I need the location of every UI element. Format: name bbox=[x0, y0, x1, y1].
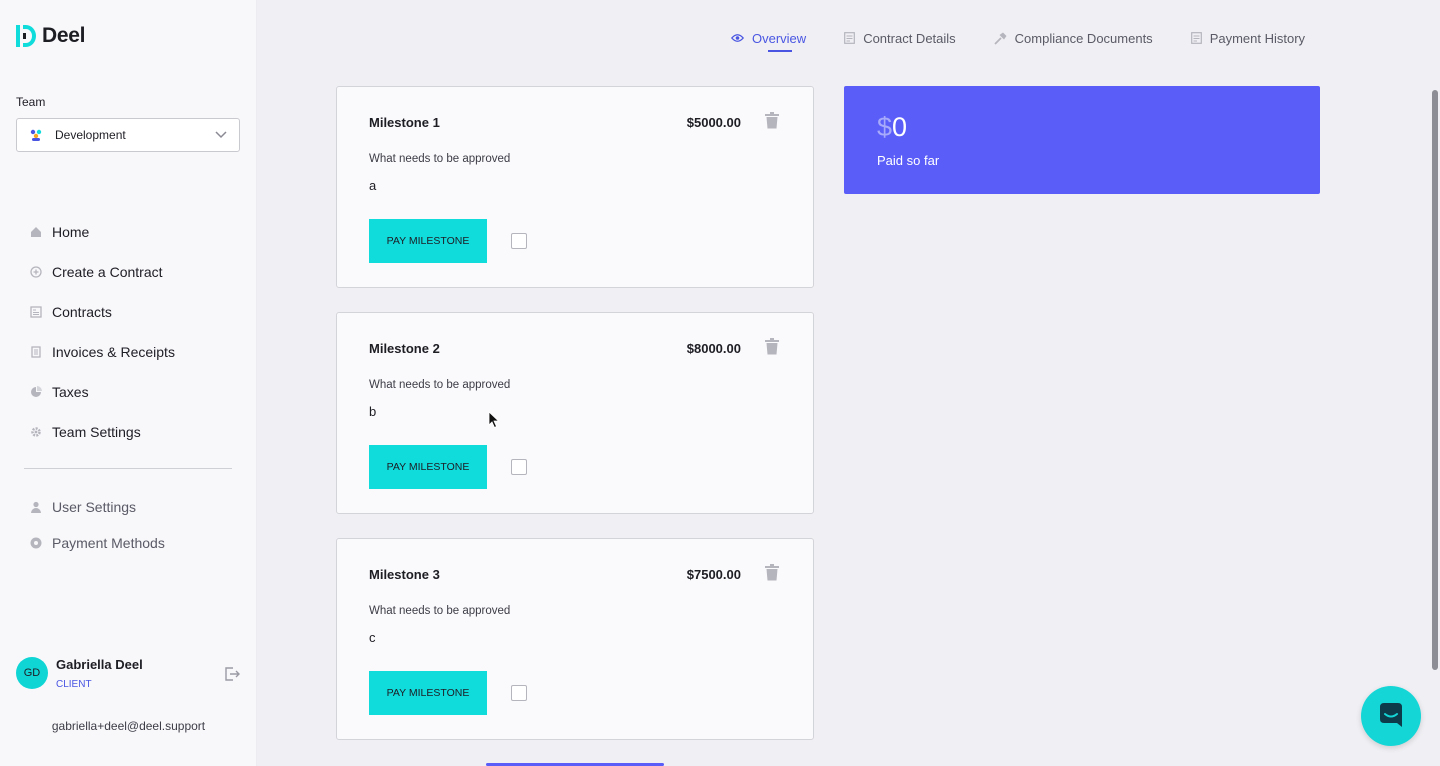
sidebar-item-label: Payment Methods bbox=[52, 535, 165, 551]
gear-icon bbox=[30, 426, 42, 438]
sidebar-item-label: Create a Contract bbox=[52, 264, 163, 280]
milestone-amount: $8000.00 bbox=[686, 341, 741, 356]
paid-amount: $0 bbox=[877, 112, 907, 143]
sidebar-item-label: Taxes bbox=[52, 384, 89, 400]
plus-circle-icon bbox=[30, 266, 42, 278]
deel-logo-icon bbox=[16, 25, 36, 47]
pay-milestone-button[interactable]: PAY MILESTONE bbox=[369, 445, 487, 489]
chat-icon bbox=[1380, 703, 1402, 727]
tab-label: Overview bbox=[752, 30, 807, 46]
sidebar-item-contracts[interactable]: Contracts bbox=[30, 292, 175, 332]
tab-label: Payment History bbox=[1209, 30, 1306, 46]
paid-so-far-card: $0 Paid so far bbox=[844, 86, 1320, 194]
sidebar-divider bbox=[24, 468, 232, 469]
milestone-checkbox[interactable] bbox=[511, 685, 527, 701]
deel-logo[interactable]: Deel bbox=[16, 24, 85, 48]
sidebar: Deel Team Development Home Create a Cont… bbox=[0, 0, 257, 766]
sidebar-item-payment-methods[interactable]: Payment Methods bbox=[30, 525, 165, 561]
team-select-value: Development bbox=[55, 128, 126, 142]
home-icon bbox=[30, 226, 42, 238]
milestone-question: What needs to be approved bbox=[369, 153, 511, 165]
milestone-title: Milestone 2 bbox=[369, 341, 440, 356]
document-icon bbox=[1190, 32, 1202, 44]
user-email: gabriella+deel@deel.support bbox=[51, 719, 206, 733]
milestone-card: Milestone 1 $5000.00 What needs to be ap… bbox=[336, 86, 814, 288]
milestone-checkbox[interactable] bbox=[511, 459, 527, 475]
sidebar-item-label: Home bbox=[52, 224, 90, 240]
tab-label: Contract Details bbox=[863, 30, 956, 46]
card-icon bbox=[30, 537, 42, 549]
user-icon bbox=[30, 501, 42, 513]
contract-icon bbox=[30, 306, 42, 318]
avatar: GD bbox=[16, 657, 48, 689]
milestone-amount: $7500.00 bbox=[686, 567, 741, 582]
main-nav: Home Create a Contract Contracts Invoice… bbox=[30, 212, 175, 452]
tab-contract-details[interactable]: Contract Details bbox=[844, 28, 956, 48]
tab-overview[interactable]: Overview bbox=[731, 28, 807, 52]
sidebar-item-label: Invoices & Receipts bbox=[52, 344, 175, 360]
logo-text: Deel bbox=[42, 24, 86, 47]
secondary-nav: User Settings Payment Methods bbox=[30, 489, 165, 561]
user-role: CLIENT bbox=[56, 679, 92, 690]
milestone-card: Milestone 3 $7500.00 What needs to be ap… bbox=[336, 538, 814, 740]
tab-compliance-documents[interactable]: Compliance Documents bbox=[994, 28, 1153, 48]
chevron-down-icon bbox=[215, 131, 227, 139]
user-name: Gabriella Deel bbox=[56, 657, 143, 672]
milestone-checkbox[interactable] bbox=[511, 233, 527, 249]
document-icon bbox=[844, 32, 856, 44]
sidebar-item-home[interactable]: Home bbox=[30, 212, 175, 252]
milestone-question: What needs to be approved bbox=[369, 605, 511, 617]
logout-icon[interactable] bbox=[224, 666, 240, 682]
team-label: Team bbox=[16, 95, 46, 109]
mouse-pointer-icon bbox=[488, 411, 500, 429]
paid-value: 0 bbox=[892, 112, 908, 142]
trash-icon[interactable] bbox=[764, 338, 780, 355]
sidebar-item-invoices[interactable]: Invoices & Receipts bbox=[30, 332, 175, 372]
invoice-icon bbox=[30, 346, 42, 358]
pay-milestone-button[interactable]: PAY MILESTONE bbox=[369, 671, 487, 715]
sidebar-item-user-settings[interactable]: User Settings bbox=[30, 489, 165, 525]
milestone-answer: c bbox=[369, 630, 376, 645]
milestone-answer: b bbox=[369, 404, 377, 419]
pie-chart-icon bbox=[30, 386, 42, 398]
team-icon bbox=[30, 129, 42, 141]
sidebar-item-label: Contracts bbox=[52, 304, 112, 320]
milestone-answer: a bbox=[369, 178, 377, 193]
sidebar-item-team-settings[interactable]: Team Settings bbox=[30, 412, 175, 452]
currency-symbol: $ bbox=[877, 112, 893, 142]
milestone-title: Milestone 1 bbox=[369, 115, 440, 130]
user-profile[interactable]: GD Gabriella Deel CLIENT bbox=[16, 657, 143, 690]
hammer-icon bbox=[994, 32, 1007, 45]
milestone-question: What needs to be approved bbox=[369, 379, 511, 391]
pay-milestone-button[interactable]: PAY MILESTONE bbox=[369, 219, 487, 263]
sidebar-item-taxes[interactable]: Taxes bbox=[30, 372, 175, 412]
chat-launcher-button[interactable] bbox=[1361, 686, 1421, 746]
active-tab-indicator bbox=[768, 50, 792, 52]
sidebar-item-create-contract[interactable]: Create a Contract bbox=[30, 252, 175, 292]
scrollbar[interactable] bbox=[1432, 90, 1438, 670]
sidebar-item-label: User Settings bbox=[52, 499, 137, 515]
milestone-title: Milestone 3 bbox=[369, 567, 440, 582]
eye-icon bbox=[731, 34, 744, 42]
trash-icon[interactable] bbox=[764, 564, 780, 581]
paid-label: Paid so far bbox=[877, 153, 940, 168]
tab-payment-history[interactable]: Payment History bbox=[1190, 28, 1306, 48]
milestone-card: Milestone 2 $8000.00 What needs to be ap… bbox=[336, 312, 814, 514]
tab-label: Compliance Documents bbox=[1014, 30, 1153, 46]
sidebar-item-label: Team Settings bbox=[52, 424, 141, 440]
team-select[interactable]: Development bbox=[16, 118, 240, 152]
trash-icon[interactable] bbox=[764, 112, 780, 129]
milestone-amount: $5000.00 bbox=[686, 115, 741, 130]
contract-tabs: Overview Contract Details Compliance Doc… bbox=[731, 28, 1306, 52]
